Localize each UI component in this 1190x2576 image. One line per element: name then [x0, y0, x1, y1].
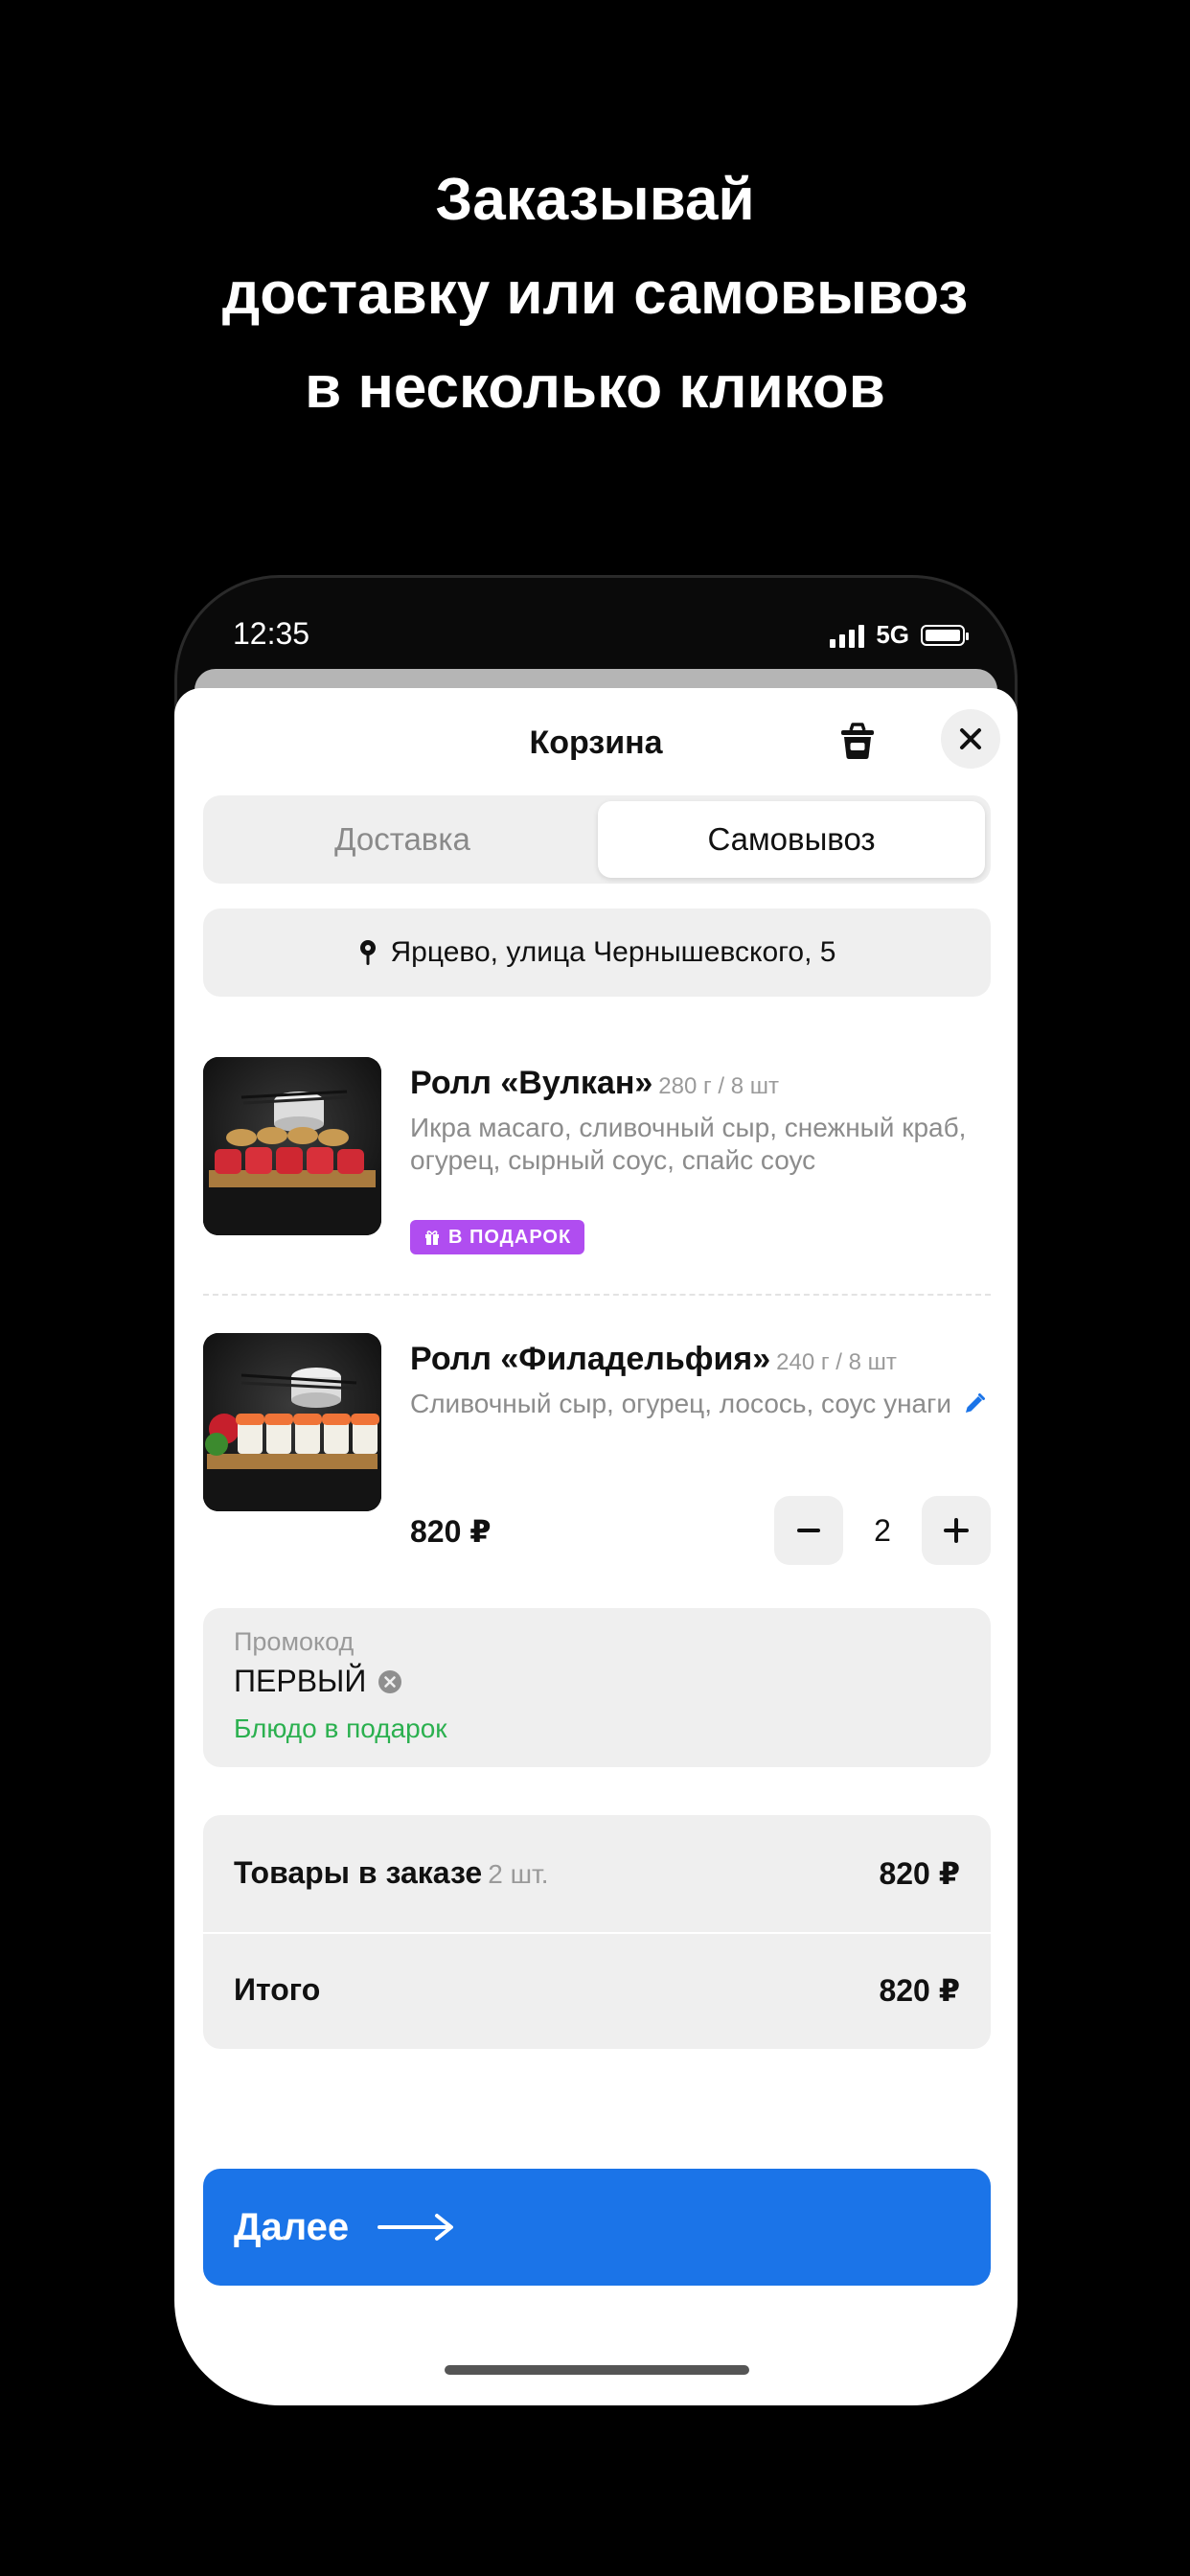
gift-icon [425, 1230, 439, 1245]
headline-line-2: доставку или самовывоз [221, 261, 969, 327]
summary-total-row: Итого 820 ₽ [203, 1932, 991, 2049]
item-photo [203, 1057, 381, 1235]
item-photo [203, 1333, 381, 1511]
pickup-address[interactable]: Ярцево, улица Чернышевского, 5 [203, 908, 991, 997]
item-description: Сливочный сыр, огурец, лосось, соус унаг… [410, 1388, 991, 1420]
item-description: Икра масаго, сливочный сыр, снежный краб… [410, 1113, 967, 1175]
next-button[interactable]: Далее [203, 2169, 991, 2286]
item-quantity: 2 [874, 1513, 891, 1548]
gift-badge-label: В ПОДАРОК [448, 1226, 572, 1248]
plus-icon [944, 1518, 969, 1543]
item-price: 820 ₽ [410, 1514, 492, 1549]
item-weight: 240 г / 8 шт [776, 1349, 897, 1375]
next-button-label: Далее [234, 2205, 350, 2248]
summary-total-value: 820 ₽ [879, 1973, 960, 2008]
item-divider [203, 1294, 991, 1296]
address-text: Ярцево, улица Чернышевского, 5 [390, 936, 836, 968]
item-description-text: Сливочный сыр, огурец, лосось, соус унаг… [410, 1389, 951, 1418]
gift-badge: В ПОДАРОК [410, 1220, 585, 1254]
headline-line-3: в несколько кликов [305, 355, 885, 421]
phone-frame: 12:35 5G Корзина Доставка Самовывоз Ярце… [174, 575, 1018, 2405]
tab-delivery[interactable]: Доставка [209, 801, 596, 878]
close-icon [960, 728, 981, 749]
summary-items-total: 820 ₽ [879, 1856, 960, 1891]
item-name: Ролл «Вулкан» [410, 1065, 653, 1101]
increase-quantity-button[interactable] [922, 1496, 991, 1565]
cart-item: Ролл «Филадельфия» 240 г / 8 шт Сливочный… [203, 1333, 991, 1573]
battery-icon [921, 624, 969, 646]
headline-line-1: Заказывай [435, 167, 755, 233]
promo-code-field[interactable]: Промокод ПЕРВЫЙ Блюдо в подарок [203, 1608, 991, 1767]
cart-item: Ролл «Вулкан» 280 г / 8 шт Икра масаго, с… [203, 1057, 991, 1268]
delivery-mode-switch: Доставка Самовывоз [203, 795, 991, 884]
clear-cart-button[interactable] [835, 719, 880, 763]
promo-code-value: ПЕРВЫЙ [234, 1664, 367, 1698]
item-info: Ролл «Вулкан» 280 г / 8 шт Икра масаго, с… [410, 1065, 991, 1177]
arrow-right-icon [378, 2214, 454, 2241]
summary-items-label: Товары в заказе [234, 1855, 483, 1890]
minus-icon [797, 1529, 820, 1532]
signal-icon [830, 623, 865, 648]
clear-promo-icon[interactable] [378, 1669, 402, 1694]
item-weight: 280 г / 8 шт [658, 1073, 780, 1099]
network-label: 5G [876, 620, 909, 649]
edit-pencil-icon[interactable] [963, 1392, 986, 1415]
trash-icon [841, 723, 874, 759]
order-summary: Товары в заказе 2 шт. 820 ₽ Итого 820 ₽ [203, 1815, 991, 2049]
item-name: Ролл «Филадельфия» [410, 1341, 771, 1377]
cart-title: Корзина [529, 724, 663, 761]
close-button[interactable] [941, 709, 1000, 769]
cart-sheet: Корзина Доставка Самовывоз Ярцево, улица… [174, 688, 1018, 2405]
tab-pickup[interactable]: Самовывоз [598, 801, 985, 878]
status-time: 12:35 [233, 616, 310, 651]
promo-note: Блюдо в подарок [234, 1714, 447, 1743]
summary-items-row: Товары в заказе 2 шт. 820 ₽ [203, 1815, 991, 1934]
cart-header: Корзина [174, 688, 1018, 795]
home-indicator [445, 2365, 749, 2375]
promo-headline: Заказывай доставку или самовывоз в неско… [0, 153, 1190, 435]
summary-items-count: 2 шт. [488, 1859, 549, 1889]
location-pin-icon [359, 940, 376, 965]
promo-label: Промокод [234, 1627, 355, 1656]
item-info: Ролл «Филадельфия» 240 г / 8 шт Сливочный… [410, 1341, 991, 1420]
decrease-quantity-button[interactable] [774, 1496, 843, 1565]
summary-total-label: Итого [234, 1972, 321, 2007]
